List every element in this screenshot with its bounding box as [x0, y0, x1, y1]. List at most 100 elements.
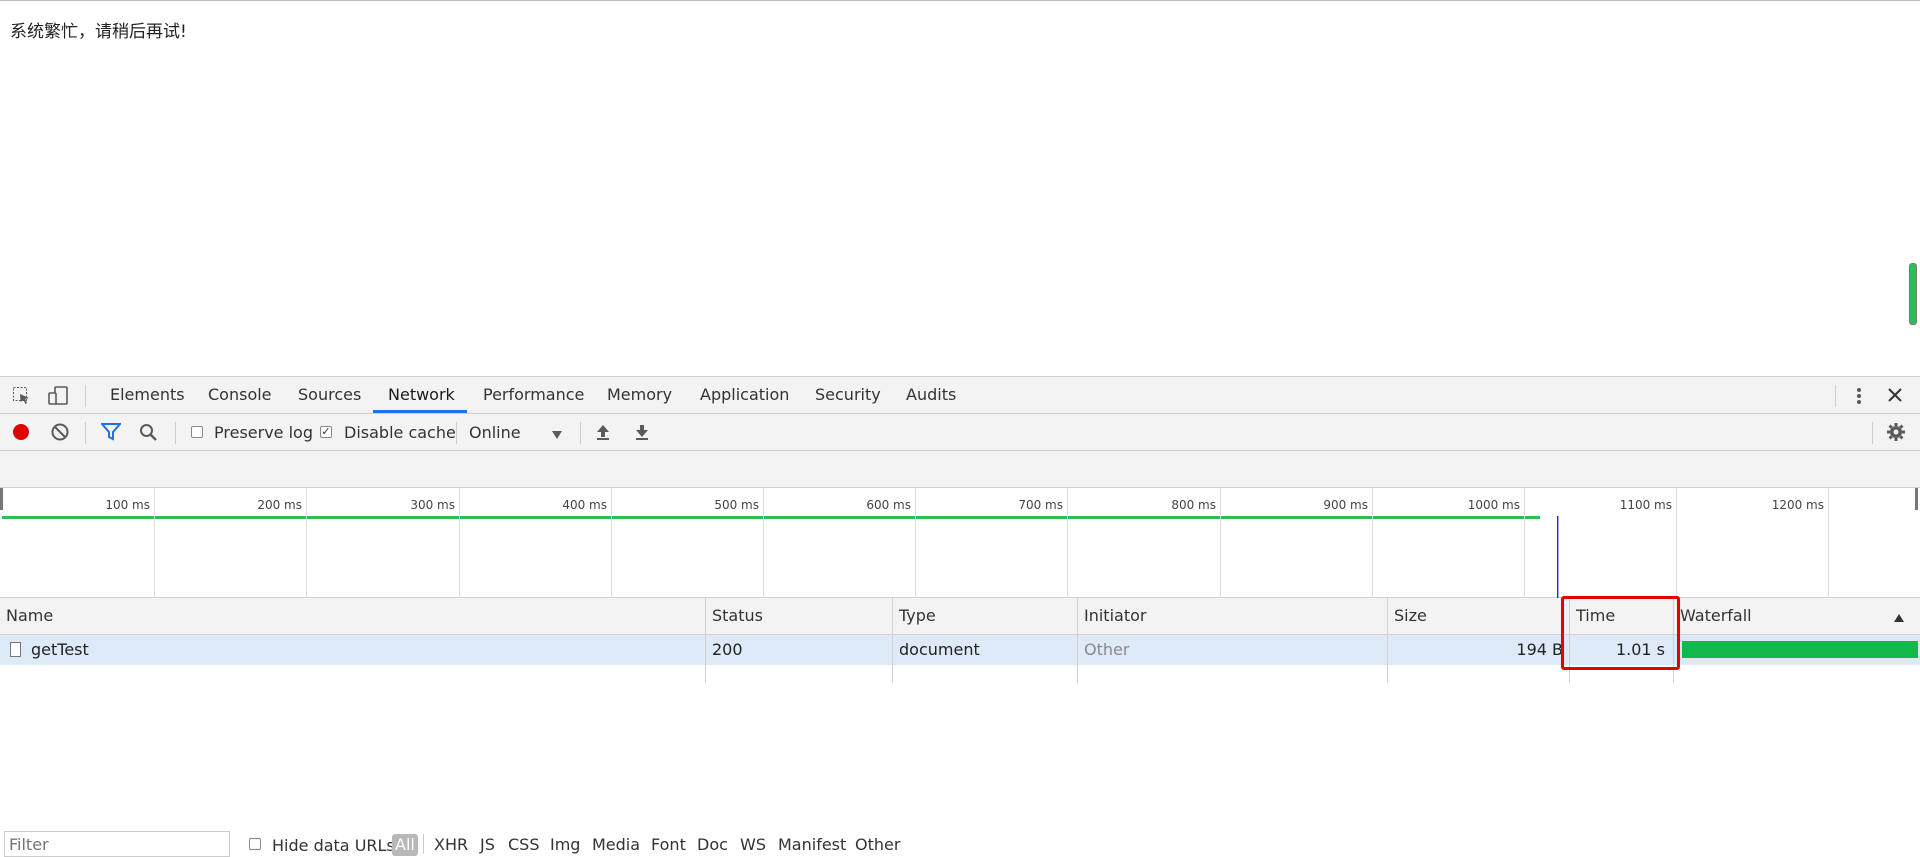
preserve-log-checkbox[interactable]	[191, 426, 203, 438]
overview-tick-label: 1000 ms	[1467, 498, 1520, 512]
active-tab-underline	[373, 410, 467, 413]
overview-tick-line	[1524, 488, 1525, 598]
record-button-icon[interactable]	[12, 423, 30, 445]
cell-size: 194 B	[1387, 635, 1569, 665]
tab-sources[interactable]: Sources	[298, 377, 361, 413]
page-content: 系统繁忙，请稍后再试!	[0, 0, 1920, 377]
network-toolbar: Preserve log ✓ Disable cache Online	[0, 414, 1920, 451]
overview-tick-label: 800 ms	[1171, 498, 1216, 512]
throttling-select[interactable]: Online	[469, 423, 521, 443]
tab-console[interactable]: Console	[208, 377, 272, 413]
import-har-icon[interactable]	[595, 423, 611, 445]
export-har-icon[interactable]	[634, 423, 650, 445]
filter-funnel-icon[interactable]	[99, 423, 123, 445]
filter-type-media[interactable]: Media	[592, 834, 640, 856]
more-options-icon[interactable]	[1852, 386, 1866, 410]
preserve-log-label: Preserve log	[214, 423, 313, 442]
sort-ascending-icon[interactable]	[1893, 609, 1905, 627]
settings-gear-icon[interactable]	[1886, 422, 1906, 446]
tab-elements[interactable]: Elements	[110, 377, 185, 413]
overview-tick-line	[1067, 488, 1068, 598]
size-value: 194 B	[1516, 640, 1563, 659]
overview-tick-label: 1100 ms	[1619, 498, 1672, 512]
filter-separator	[423, 834, 424, 854]
device-toolbar-icon[interactable]	[47, 385, 69, 411]
column-type[interactable]: Type	[892, 598, 1077, 634]
cell-initiator: Other	[1077, 635, 1387, 665]
filter-type-font[interactable]: Font	[651, 834, 686, 856]
network-overview[interactable]: 100 ms 200 ms 300 ms 400 ms 500 ms 600 ms 700 …	[0, 488, 1920, 598]
filter-type-ws[interactable]: WS	[740, 834, 766, 856]
disable-cache-label: Disable cache	[344, 423, 456, 442]
cell-status: 200	[705, 635, 892, 665]
tab-memory[interactable]: Memory	[607, 377, 672, 413]
cell-name: getTest	[0, 635, 705, 665]
filter-input[interactable]	[4, 831, 230, 857]
time-highlight-box	[1561, 596, 1680, 670]
search-icon[interactable]	[139, 423, 158, 446]
grid-line	[705, 665, 706, 683]
overview-tick-label: 400 ms	[562, 498, 607, 512]
overview-request-bar	[2, 516, 1540, 519]
close-devtools-icon[interactable]	[1886, 386, 1904, 408]
filter-type-other[interactable]: Other	[855, 834, 900, 856]
grid-line	[892, 665, 893, 683]
overview-tick-label: 100 ms	[105, 498, 150, 512]
filter-type-all[interactable]: All	[392, 834, 418, 856]
disable-cache-checkbox[interactable]: ✓	[320, 426, 332, 438]
toolbar-separator	[85, 422, 86, 444]
page-scrollbar[interactable]	[1909, 263, 1917, 325]
filter-type-manifest[interactable]: Manifest	[778, 834, 846, 856]
hide-data-urls-label: Hide data URLs	[272, 836, 395, 855]
waterfall-timing-bar[interactable]	[1682, 641, 1918, 658]
tabbar-separator	[85, 385, 86, 407]
column-name[interactable]: Name	[0, 598, 705, 634]
overview-tick-label: 1200 ms	[1771, 498, 1824, 512]
column-size[interactable]: Size	[1387, 598, 1569, 634]
tab-performance[interactable]: Performance	[483, 377, 584, 413]
toolbar-separator	[456, 422, 457, 444]
filter-type-img[interactable]: Img	[550, 834, 580, 856]
document-icon	[10, 642, 21, 657]
overview-tick-label: 900 ms	[1323, 498, 1368, 512]
filter-type-doc[interactable]: Doc	[697, 834, 728, 856]
page-message: 系统繁忙，请稍后再试!	[10, 22, 187, 42]
tab-security[interactable]: Security	[815, 377, 881, 413]
overview-tick-line	[459, 488, 460, 598]
toolbar-separator	[175, 422, 176, 444]
toolbar-separator-right	[1872, 422, 1873, 444]
overview-tick-label: 300 ms	[410, 498, 455, 512]
clear-icon[interactable]	[51, 423, 69, 445]
filter-type-xhr[interactable]: XHR	[434, 834, 468, 856]
overview-tick-label: 600 ms	[866, 498, 911, 512]
overview-left-handle[interactable]	[0, 488, 3, 510]
grid-line	[1077, 665, 1078, 683]
overview-tick-label: 700 ms	[1018, 498, 1063, 512]
filter-bar	[0, 451, 1920, 488]
overview-tick-line	[915, 488, 916, 598]
inspect-element-icon[interactable]	[12, 386, 32, 410]
overview-tick-line	[1828, 488, 1829, 598]
dom-content-loaded-marker	[1558, 516, 1559, 598]
overview-tick-label: 500 ms	[714, 498, 759, 512]
tab-network[interactable]: Network	[388, 377, 455, 413]
overview-right-handle[interactable]	[1915, 488, 1918, 510]
chevron-down-icon[interactable]	[551, 426, 563, 444]
column-status[interactable]: Status	[705, 598, 892, 634]
tab-application[interactable]: Application	[700, 377, 789, 413]
overview-tick-line	[306, 488, 307, 598]
request-name[interactable]: getTest	[31, 635, 89, 665]
overview-tick-line	[154, 488, 155, 598]
overview-tick-label: 200 ms	[257, 498, 302, 512]
overview-tick-line	[1676, 488, 1677, 598]
column-waterfall[interactable]: Waterfall	[1673, 598, 1920, 634]
filter-type-js[interactable]: JS	[480, 834, 495, 856]
filter-type-css[interactable]: CSS	[508, 834, 539, 856]
tab-audits[interactable]: Audits	[906, 377, 956, 413]
toolbar-separator	[580, 422, 581, 444]
overview-tick-line	[763, 488, 764, 598]
overview-tick-line	[1372, 488, 1373, 598]
hide-data-urls-checkbox[interactable]	[249, 838, 261, 850]
devtools-tabbar: Elements Console Sources Network Perform…	[0, 377, 1920, 414]
column-initiator[interactable]: Initiator	[1077, 598, 1387, 634]
